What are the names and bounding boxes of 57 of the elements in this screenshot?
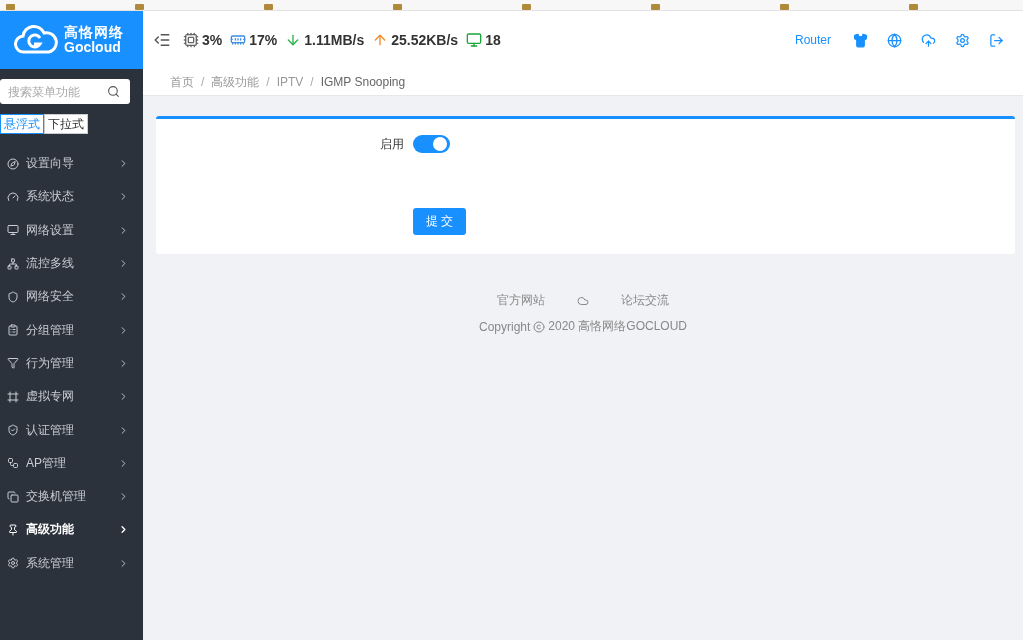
brand-name-latin: Gocloud bbox=[64, 40, 122, 56]
menu-item[interactable]: 虚拟专网 bbox=[0, 380, 143, 414]
stat-value: 1.11MB/s bbox=[304, 32, 365, 48]
shield-check-icon bbox=[7, 424, 19, 436]
menu-item[interactable]: 行为管理 bbox=[0, 346, 143, 381]
breadcrumb-separator: / bbox=[310, 75, 314, 89]
pin-icon bbox=[7, 523, 19, 536]
enable-switch[interactable] bbox=[413, 135, 450, 153]
menu-item[interactable]: 网络设置 bbox=[0, 213, 143, 247]
list-icon bbox=[7, 324, 19, 337]
stat-value: 3% bbox=[202, 32, 223, 48]
monitor-icon bbox=[7, 224, 19, 237]
layout-tab[interactable]: 下拉式 bbox=[44, 114, 88, 134]
menu-item[interactable]: 高级功能 bbox=[0, 513, 143, 547]
breadcrumb-link[interactable]: IGMP Snooping bbox=[320, 75, 406, 89]
copyright-text: 2020 高恪网络GOCLOUD bbox=[548, 318, 688, 335]
menu-item[interactable]: 交换机管理 bbox=[0, 479, 143, 514]
menu-item[interactable]: 流控多线 bbox=[0, 246, 143, 281]
shield-icon bbox=[7, 290, 19, 303]
menu-item[interactable]: 网络安全 bbox=[0, 280, 143, 314]
copyright-label: Copyright bbox=[478, 319, 531, 334]
compass-icon bbox=[7, 157, 19, 170]
upload-button[interactable] bbox=[921, 32, 936, 48]
cloud-icon bbox=[577, 294, 589, 307]
menu-item[interactable]: AP管理 bbox=[0, 446, 143, 480]
search-icon[interactable] bbox=[107, 85, 120, 98]
memory-icon bbox=[230, 32, 247, 48]
filter-icon bbox=[7, 357, 19, 370]
stat-value: 18 bbox=[485, 32, 501, 48]
hierarchy-icon bbox=[7, 457, 19, 470]
gauge-icon bbox=[7, 190, 19, 203]
logout-button[interactable] bbox=[989, 32, 1004, 48]
brand-name: 高恪网络 bbox=[64, 24, 124, 40]
menu-item[interactable]: 认证管理 bbox=[0, 413, 143, 447]
menu-item[interactable]: 系统状态 bbox=[0, 180, 143, 214]
copy-icon bbox=[7, 490, 19, 503]
monitor-icon bbox=[466, 32, 483, 48]
cloud-logo-icon bbox=[14, 24, 58, 56]
frame-icon bbox=[7, 390, 19, 403]
menu-search-field[interactable]: 搜索菜单功能 bbox=[0, 79, 130, 104]
menu-collapse-icon[interactable] bbox=[153, 31, 171, 49]
menu-item[interactable]: 设置向导 bbox=[0, 147, 143, 181]
menu-item[interactable]: 系统管理 bbox=[0, 546, 143, 580]
stat-value: 25.52KB/s bbox=[391, 32, 459, 48]
stat-value: 17% bbox=[249, 32, 278, 48]
network-icon bbox=[7, 257, 19, 270]
chevron-icon bbox=[118, 524, 129, 536]
settings-button[interactable] bbox=[955, 32, 970, 48]
breadcrumb-separator: / bbox=[201, 75, 205, 89]
language-button[interactable] bbox=[887, 32, 902, 48]
copyright-icon bbox=[533, 320, 546, 333]
breadcrumb-separator: / bbox=[266, 75, 270, 89]
enable-label: 启用 bbox=[380, 135, 404, 153]
settings-icon bbox=[7, 557, 19, 570]
cpu-icon bbox=[183, 32, 199, 48]
theme-button[interactable] bbox=[853, 32, 868, 48]
menu-item[interactable]: 分组管理 bbox=[0, 313, 143, 347]
